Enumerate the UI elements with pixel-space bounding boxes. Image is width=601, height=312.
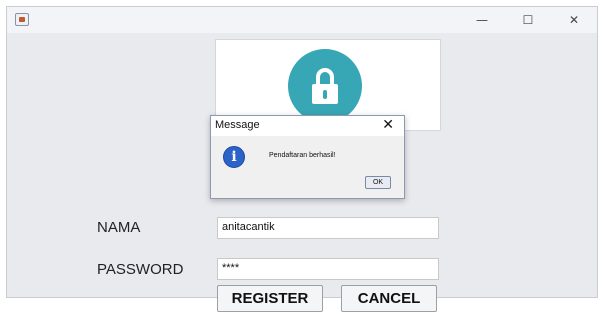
lock-keyhole: [323, 90, 327, 99]
title-bar: — ☐ ✕: [7, 7, 597, 33]
password-input[interactable]: ****: [217, 258, 439, 280]
dialog-title: Message: [215, 119, 260, 131]
info-icon: i: [223, 146, 245, 168]
minimize-button[interactable]: —: [459, 7, 505, 33]
lock-icon: [288, 49, 362, 123]
password-label: PASSWORD: [97, 261, 184, 278]
java-app-icon: [15, 13, 29, 26]
maximize-button[interactable]: ☐: [505, 7, 551, 33]
dialog-close-icon[interactable]: ✕: [382, 117, 394, 133]
ok-button[interactable]: OK: [365, 176, 391, 189]
close-window-button[interactable]: ✕: [551, 7, 597, 33]
nama-input[interactable]: anitacantik: [217, 217, 439, 239]
dialog-message: Pendaftaran berhasil!: [269, 152, 336, 159]
dialog-title-bar: Message ✕: [211, 116, 404, 136]
register-button[interactable]: REGISTER: [217, 285, 323, 312]
cancel-button[interactable]: CANCEL: [341, 285, 437, 312]
message-dialog: Message ✕ i Pendaftaran berhasil! OK: [210, 115, 405, 199]
nama-label: NAMA: [97, 219, 141, 236]
